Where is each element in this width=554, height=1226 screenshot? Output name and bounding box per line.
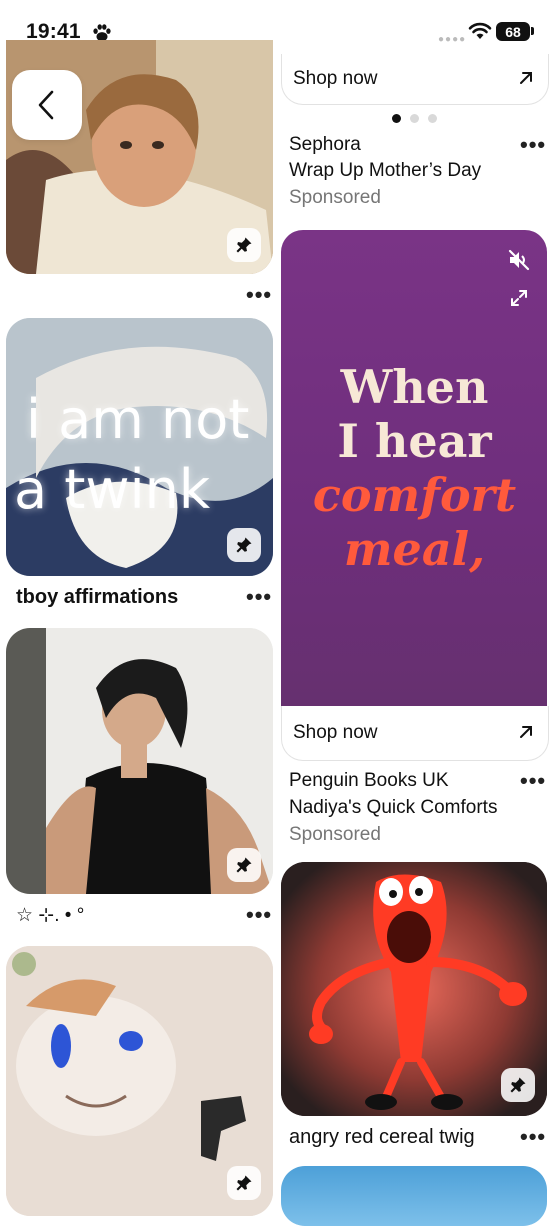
- arrow-up-right-icon: [520, 72, 532, 84]
- expand-icon[interactable]: [509, 288, 529, 308]
- arrow-up-right-icon: [520, 726, 532, 738]
- carousel-dot-active: [392, 114, 401, 123]
- sponsored-label: Sponsored: [289, 187, 381, 208]
- wifi-icon: [468, 22, 492, 39]
- pin-save-button[interactable]: [227, 848, 261, 882]
- mute-icon[interactable]: [507, 248, 531, 272]
- pin-more-button[interactable]: •••: [246, 904, 272, 926]
- ad-video-card[interactable]: When I hear comfort meal,: [281, 230, 547, 706]
- pushpin-icon: [510, 1077, 526, 1093]
- ad-subtitle[interactable]: Nadiya's Quick Comforts: [289, 797, 497, 819]
- promo-text-line-1: When: [340, 360, 489, 414]
- shop-now-button[interactable]: Shop now: [281, 54, 549, 105]
- chevron-left-icon: [38, 90, 54, 120]
- pin-image-card-horse[interactable]: i am not a twink: [6, 318, 273, 576]
- pin-image-card-twig[interactable]: [281, 862, 547, 1116]
- battery-indicator: 68: [496, 22, 530, 41]
- advertiser-name[interactable]: Sephora: [289, 134, 361, 156]
- pin-more-button[interactable]: •••: [520, 1126, 546, 1148]
- pin-save-button[interactable]: [227, 228, 261, 262]
- sponsored-label: Sponsored: [289, 824, 381, 845]
- pin-save-button[interactable]: [227, 1166, 261, 1200]
- pin-save-button[interactable]: [227, 528, 261, 562]
- shop-now-button[interactable]: Shop now: [281, 706, 549, 761]
- ad-subtitle[interactable]: Wrap Up Mother’s Day: [289, 160, 481, 182]
- promo-text-line-4: meal,: [343, 522, 486, 576]
- carousel-dot: [428, 114, 437, 123]
- pin-title[interactable]: tboy affirmations: [16, 586, 178, 609]
- back-button[interactable]: [12, 70, 82, 140]
- ad-more-button[interactable]: •••: [520, 134, 546, 156]
- battery-nub: [531, 27, 534, 35]
- battery-level: 68: [505, 23, 521, 40]
- ad-more-button[interactable]: •••: [520, 770, 546, 792]
- pushpin-icon: [236, 537, 252, 553]
- pin-title[interactable]: angry red cereal twig: [289, 1126, 475, 1149]
- overlay-text-line-2: a twink: [14, 458, 211, 521]
- pushpin-icon: [236, 1175, 252, 1191]
- pushpin-icon: [236, 857, 252, 873]
- advertiser-name[interactable]: Penguin Books UK: [289, 770, 449, 792]
- pin-image-card-next[interactable]: [281, 1166, 547, 1226]
- pin-more-button[interactable]: •••: [246, 284, 272, 306]
- pin-more-button[interactable]: •••: [246, 586, 272, 608]
- overlay-text-line-1: i am not: [26, 388, 250, 451]
- pushpin-icon: [236, 237, 252, 253]
- promo-text-line-2: I hear: [337, 414, 492, 468]
- promo-text-line-3: comfort: [312, 468, 517, 522]
- cellular-icon: ●●●●: [438, 34, 467, 45]
- carousel-dots: [392, 114, 442, 124]
- shop-now-label: Shop now: [293, 722, 378, 743]
- pin-image-card-cat[interactable]: [6, 946, 273, 1216]
- pin-save-button[interactable]: [501, 1068, 535, 1102]
- shop-now-label: Shop now: [293, 68, 378, 89]
- pin-image-card-portrait[interactable]: [6, 628, 273, 894]
- carousel-dot: [410, 114, 419, 123]
- pin-title[interactable]: ☆ ⊹. • °: [16, 904, 84, 927]
